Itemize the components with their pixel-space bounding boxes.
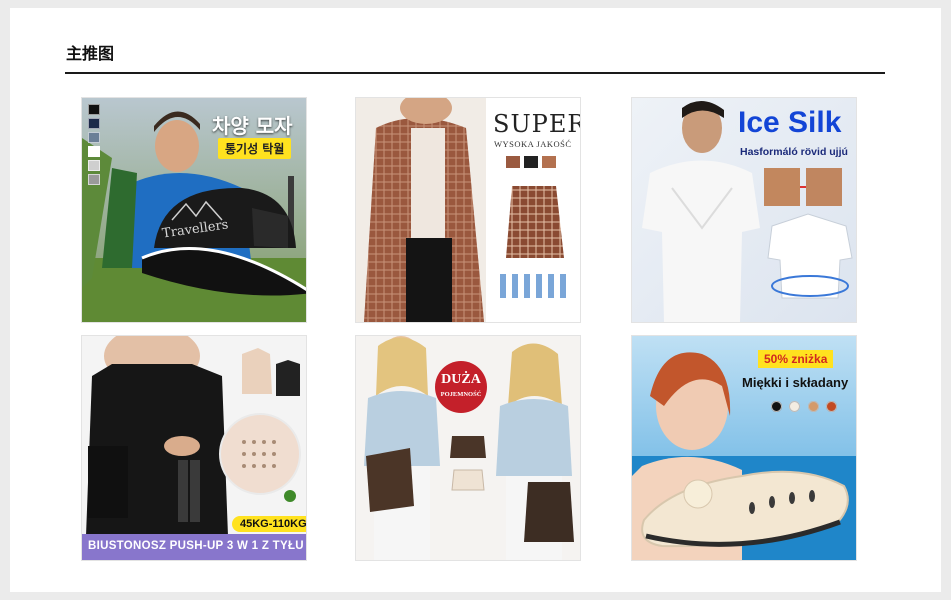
color-swatches (88, 104, 100, 188)
discount-badge: 50% zniżka (758, 350, 834, 368)
color-dot (826, 401, 838, 412)
capacity-badge-title: DUŻA (441, 372, 481, 387)
card-title: 차양 모자 (212, 114, 293, 138)
product-image-sun-hat[interactable]: 차양 모자 통기성 탁월 Travellers (82, 98, 306, 322)
swatch (88, 174, 100, 185)
shoes-photo (632, 336, 856, 560)
swatch (88, 160, 100, 171)
product-image-blazer[interactable]: SUPER WYSOKA JAKOŚĆ (356, 98, 580, 322)
main-images-panel: 主推图 차양 모자 통기성 탁월 Travellers SUPER WYSOKA… (10, 8, 941, 592)
swatch (88, 146, 100, 157)
card-title: SUPER (493, 110, 580, 138)
color-dot (789, 401, 801, 412)
section-title: 主推图 (66, 44, 115, 63)
capacity-badge-subtitle: POJEMNOŚĆ (440, 391, 482, 398)
product-image-shoes[interactable]: 50% zniżka Miękki i składany (632, 336, 856, 560)
color-dot (807, 401, 819, 412)
product-image-handbag[interactable]: DUŻA POJEMNOŚĆ (356, 336, 580, 560)
color-options (771, 399, 840, 417)
product-image-push-up-bra[interactable]: 45KG-110KG BIUSTONOSZ PUSH-UP 3 W 1 Z TY… (82, 336, 306, 560)
card-title: Miękki i składany (742, 375, 849, 390)
color-dot (771, 401, 782, 412)
swatch (88, 118, 100, 129)
title-divider (65, 72, 885, 74)
weight-range-badge: 45KG-110KG (232, 516, 306, 532)
product-image-ice-silk-shirt[interactable]: Ice Silk Hasformáló rövid ujjú (632, 98, 856, 322)
swatch (88, 104, 100, 115)
banner-text: BIUSTONOSZ PUSH-UP 3 W 1 Z TYŁU (88, 540, 304, 552)
card-subtitle: WYSOKA JAKOŚĆ (494, 139, 572, 149)
card-badge: 통기성 탁월 (218, 138, 292, 159)
card-title: Ice Silk (738, 106, 842, 139)
card-subtitle: Hasformáló rövid ujjú (740, 146, 848, 158)
swatch (88, 132, 100, 143)
